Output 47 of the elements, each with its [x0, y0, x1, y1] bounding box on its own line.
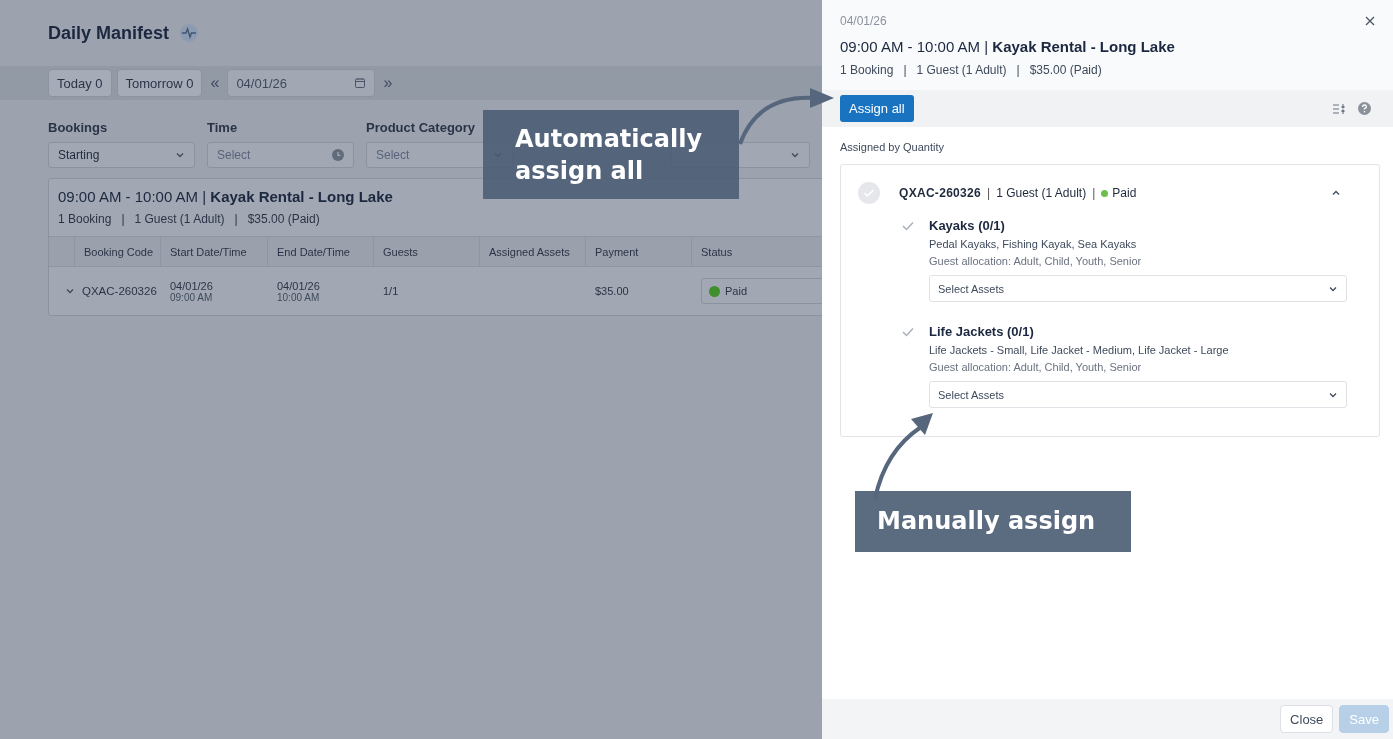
column-header: Start Date/Time: [161, 237, 268, 266]
asset-list: Pedal Kayaks, Fishing Kayak, Sea Kayaks: [929, 238, 1347, 250]
item-name: Kayaks (0/1): [929, 218, 1006, 233]
dropdown[interactable]: Starting: [48, 142, 195, 168]
asset-dropdown[interactable]: Select Assets: [929, 381, 1347, 408]
guest-allocation: Guest allocation: Adult, Child, Youth, Senior: [929, 361, 1143, 373]
asset-dropdown[interactable]: Select Assets: [929, 275, 1347, 302]
panel-title: 09:00 AM - 10:00 AM | Kayak Rental - Long Lake: [840, 38, 1176, 55]
asset-list: Life Jackets - Small, Life Jacket - Medium, Life Jacket - Large: [929, 344, 1347, 356]
filter-label: Time: [207, 120, 239, 135]
annotation-tooltip: Manually assign: [855, 491, 1131, 552]
payment-status: Paid: [1112, 186, 1137, 200]
column-header: Payment: [586, 237, 692, 266]
next-day-button[interactable]: »: [380, 74, 396, 92]
panel-date: 04/01/26: [840, 14, 887, 28]
quick-date-button[interactable]: Tomorrow 0: [116, 69, 203, 97]
table-cell: 04/01/26: [170, 279, 213, 292]
table-cell: 10:00 AM: [277, 291, 320, 303]
table-cell-text: QXAC-260326: [81, 284, 158, 299]
separator: |: [1092, 186, 1096, 200]
table-cell-text: 1/1: [382, 284, 400, 299]
page-title: Daily Manifest: [48, 22, 170, 44]
filter-label: Bookings: [48, 120, 109, 135]
item-name: Life Jackets (0/1): [929, 324, 1035, 339]
date-field[interactable]: 04/01/26: [227, 69, 376, 97]
column-header: Status: [700, 244, 734, 260]
close-button[interactable]: Close: [1280, 705, 1334, 733]
section-label: Assigned by Quantity: [840, 141, 945, 153]
previous-day-button[interactable]: «: [207, 74, 223, 92]
quick-date-button[interactable]: Today 0: [48, 69, 112, 97]
group-title: 09:00 AM - 10:00 AM | Kayak Rental - Long Lake: [57, 188, 394, 205]
table-cell: 04/01/26: [277, 279, 320, 292]
filter-label: Product Category: [366, 120, 477, 135]
assign-all-button[interactable]: Assign all: [840, 95, 914, 122]
separator: |: [987, 186, 991, 200]
table-cell-text: $35.00: [594, 284, 630, 299]
column-header: Booking Code: [75, 237, 161, 266]
group-summary: 1 Booking | 1 Guest (1 Adult) | $35.00 (Paid): [57, 211, 321, 228]
panel-summary: 1 Booking | 1 Guest (1 Adult) | $35.00 (Paid): [840, 63, 1103, 77]
guest-allocation: Guest allocation: Adult, Child, Youth, Senior: [929, 255, 1143, 267]
annotation-tooltip: Automatically assign all: [483, 110, 739, 199]
column-header: Assigned Assets: [480, 237, 586, 266]
column-header: End Date/Time: [268, 237, 374, 266]
column-header: Guests: [374, 237, 480, 266]
table-cell: 09:00 AM: [170, 291, 213, 303]
booking-code: QXAC-260326: [899, 186, 981, 200]
guest-count: 1 Guest (1 Adult): [996, 186, 1087, 200]
